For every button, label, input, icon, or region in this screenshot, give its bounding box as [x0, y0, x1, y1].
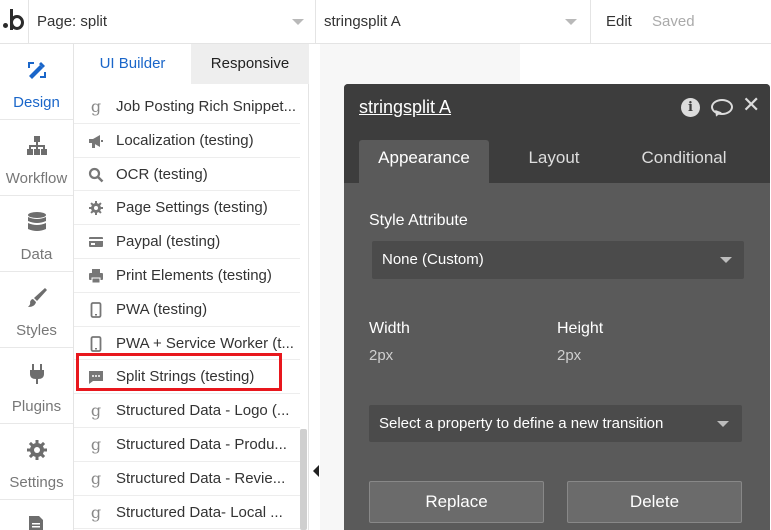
- nav-styles[interactable]: Styles: [0, 272, 73, 348]
- tab-conditional[interactable]: Conditional: [619, 140, 749, 183]
- height-field[interactable]: 2px: [557, 347, 581, 364]
- panel-scrollbar[interactable]: [300, 429, 307, 530]
- editor-title[interactable]: stringsplit A: [359, 97, 451, 118]
- chevron-down-icon: [717, 421, 729, 427]
- height-label: Height: [557, 320, 604, 337]
- brush-icon: [28, 288, 47, 307]
- printer-icon: [89, 268, 103, 284]
- search-icon: [88, 167, 104, 182]
- list-item[interactable]: g Structured Data - Logo (...: [74, 394, 300, 428]
- page-select[interactable]: Page: split: [29, 0, 316, 44]
- replace-button[interactable]: Replace: [369, 481, 544, 523]
- left-navigation: Design Workflow Data Styles Plugins Sett…: [0, 44, 74, 530]
- nav-plugins[interactable]: Plugins: [0, 348, 73, 424]
- google-g-icon: g: [90, 97, 102, 116]
- bubble-logo[interactable]: [0, 0, 29, 44]
- list-item-label: PWA + Service Worker (t...: [116, 334, 294, 352]
- panel-tabs: UI Builder Responsive: [74, 44, 309, 84]
- tab-responsive[interactable]: Responsive: [191, 44, 309, 84]
- megaphone-icon: [89, 134, 103, 148]
- top-bar: Page: split stringsplit A Edit Saved: [0, 0, 771, 44]
- editor-header: stringsplit A i ✕: [344, 84, 770, 128]
- phone-icon: [90, 301, 102, 318]
- style-attribute-value: None (Custom): [382, 251, 484, 268]
- close-icon[interactable]: ✕: [742, 94, 760, 116]
- plug-icon: [30, 364, 44, 384]
- width-field[interactable]: 2px: [369, 347, 393, 364]
- nav-label: Settings: [9, 474, 64, 491]
- list-item[interactable]: g Structured Data - Revie...: [74, 462, 300, 496]
- chevron-down-icon: [292, 19, 304, 25]
- nav-settings[interactable]: Settings: [0, 424, 73, 500]
- list-item-label: Structured Data - Logo (...: [116, 402, 290, 420]
- comment-icon[interactable]: [711, 99, 733, 115]
- logo-dot: [3, 23, 8, 28]
- element-select-value: stringsplit A: [324, 13, 401, 30]
- editor-tabs: Appearance Layout Conditional: [344, 128, 770, 183]
- list-item[interactable]: g Job Posting Rich Snippet...: [74, 90, 300, 124]
- workflow-icon: [27, 136, 47, 155]
- phone-icon: [90, 335, 102, 352]
- delete-button[interactable]: Delete: [567, 481, 742, 523]
- list-item-label: Job Posting Rich Snippet...: [116, 98, 297, 115]
- nav-label: Design: [13, 94, 60, 111]
- element-select[interactable]: stringsplit A: [316, 0, 591, 44]
- list-item[interactable]: PWA (testing): [74, 293, 300, 327]
- highlight-box: [76, 353, 282, 391]
- tab-appearance[interactable]: Appearance: [359, 140, 489, 183]
- list-item[interactable]: Page Settings (testing): [74, 191, 300, 226]
- gear-icon: [89, 201, 103, 216]
- list-item[interactable]: g Structured Data- Local ...: [74, 496, 300, 530]
- list-item-label: PWA (testing): [116, 300, 208, 318]
- property-editor: stringsplit A i ✕ Appearance Layout Cond…: [344, 84, 770, 530]
- google-g-icon: g: [90, 502, 102, 522]
- list-item[interactable]: Paypal (testing): [74, 225, 300, 259]
- list-item[interactable]: Print Elements (testing): [74, 259, 300, 293]
- style-attribute-select[interactable]: None (Custom): [372, 241, 744, 279]
- chevron-down-icon: [565, 19, 577, 25]
- list-item-label: Structured Data- Local ...: [116, 503, 283, 521]
- nav-label: Workflow: [5, 170, 68, 187]
- transition-placeholder: Select a property to define a new transi…: [379, 415, 664, 432]
- transition-select[interactable]: Select a property to define a new transi…: [369, 405, 742, 442]
- nav-label: Plugins: [11, 398, 62, 415]
- edit-menu[interactable]: Edit: [606, 13, 632, 30]
- element-list: g Job Posting Rich Snippet... Localizati…: [74, 90, 300, 530]
- gear-icon: [27, 440, 47, 460]
- list-item-label: Print Elements (testing): [116, 266, 272, 284]
- google-g-icon: g: [90, 468, 102, 488]
- nav-data[interactable]: Data: [0, 196, 73, 272]
- list-item-label: Paypal (testing): [116, 233, 221, 251]
- nav-label: Styles: [16, 322, 57, 339]
- list-item-label: Localization (testing): [116, 131, 254, 149]
- database-icon: [28, 212, 46, 231]
- list-item-label: Structured Data - Produ...: [116, 435, 287, 453]
- nav-label: Data: [20, 246, 53, 263]
- credit-card-icon: [89, 237, 103, 248]
- google-g-icon: g: [90, 401, 102, 421]
- nav-design[interactable]: Design: [0, 44, 73, 120]
- list-item-label: Page Settings (testing): [116, 199, 268, 217]
- list-item[interactable]: Localization (testing): [74, 124, 300, 158]
- tab-layout[interactable]: Layout: [489, 140, 619, 183]
- width-label: Width: [369, 320, 410, 337]
- list-item[interactable]: g Structured Data - Produ...: [74, 428, 300, 462]
- collapse-panel-arrow-icon[interactable]: [313, 465, 319, 477]
- style-attribute-label: Style Attribute: [369, 212, 468, 229]
- list-item-label: Structured Data - Revie...: [116, 469, 286, 487]
- document-icon[interactable]: [27, 516, 45, 530]
- list-item[interactable]: OCR (testing): [74, 158, 300, 192]
- info-icon[interactable]: i: [681, 98, 700, 117]
- design-icon: [28, 62, 46, 79]
- google-g-icon: g: [90, 434, 102, 454]
- page-select-value: Page: split: [37, 13, 108, 30]
- list-item-label: OCR (testing): [116, 165, 208, 183]
- element-panel: UI Builder Responsive g Job Posting Rich…: [74, 44, 309, 530]
- logo-bowl: [10, 15, 24, 30]
- tab-ui-builder[interactable]: UI Builder: [74, 44, 191, 84]
- save-status: Saved: [652, 13, 695, 30]
- chevron-down-icon: [720, 257, 732, 263]
- nav-workflow[interactable]: Workflow: [0, 120, 73, 196]
